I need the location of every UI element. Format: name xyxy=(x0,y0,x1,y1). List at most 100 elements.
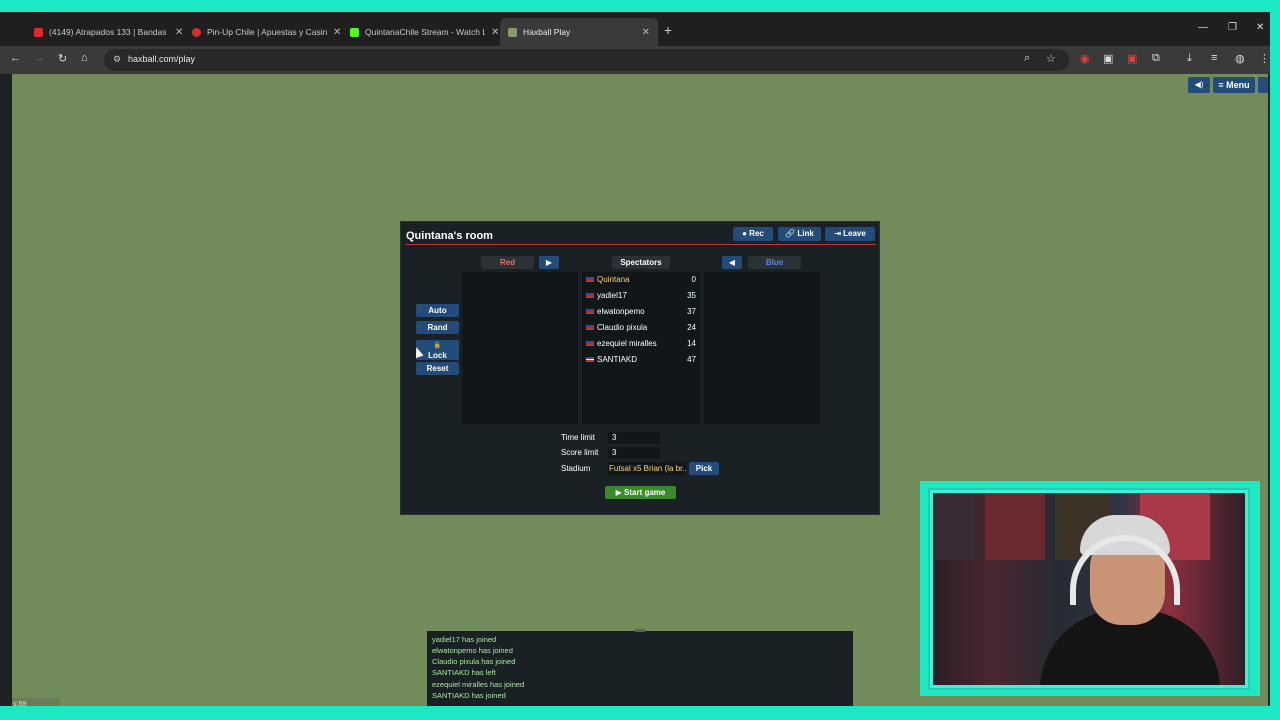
player-name: ezequiel miralles xyxy=(597,339,657,348)
kick-icon xyxy=(350,27,359,37)
stream-frame: (4149) Atrapados 133 | Bandas ✕ Pin-Up C… xyxy=(0,0,1280,720)
player-points: 37 xyxy=(687,307,696,316)
player-name: yadiel17 xyxy=(597,291,627,300)
new-tab-icon[interactable]: + xyxy=(664,22,672,38)
player-points: 14 xyxy=(687,339,696,348)
speaker-icon[interactable]: ◀) xyxy=(1188,77,1210,93)
extension-icon[interactable]: ▣ xyxy=(1103,52,1113,65)
back-icon[interactable]: ← xyxy=(10,52,21,64)
download-icon[interactable]: ⤓ xyxy=(1187,52,1192,65)
tab-title: QuintanaChile Stream - Watch L xyxy=(365,27,485,37)
time-limit-label: Time limit xyxy=(561,433,595,442)
red-team-list[interactable] xyxy=(462,272,578,424)
tab-youtube[interactable]: (4149) Atrapados 133 | Bandas ✕ xyxy=(26,18,191,46)
chat-message: ezequiel miralles has joined xyxy=(432,680,525,689)
blue-team-label[interactable]: Blue xyxy=(748,256,801,269)
close-icon[interactable]: ✕ xyxy=(175,27,183,38)
zoom-icon[interactable]: ⌕ xyxy=(1024,52,1030,65)
tab-kick[interactable]: QuintanaChile Stream - Watch L ✕ xyxy=(342,18,507,46)
extension-icon[interactable]: ▣ xyxy=(1127,52,1137,65)
close-window-icon[interactable]: ✕ xyxy=(1256,22,1264,33)
player-name: elwatonpemo xyxy=(597,307,645,316)
player-points: 47 xyxy=(687,355,696,364)
maximize-icon[interactable]: ❐ xyxy=(1228,22,1237,33)
score-limit-label: Score limit xyxy=(561,448,599,457)
red-team-label[interactable]: Red xyxy=(481,256,534,269)
lock-button[interactable]: 🔓 Lock xyxy=(416,340,459,360)
reset-button[interactable]: Reset xyxy=(416,362,459,375)
chat-input[interactable] xyxy=(431,705,847,706)
close-icon[interactable]: ✕ xyxy=(333,27,341,38)
flag-icon xyxy=(586,325,594,331)
pick-stadium-button[interactable]: Pick xyxy=(689,462,719,475)
chat-box: yadiel17 has joined elwatonpemo has join… xyxy=(427,629,853,706)
extensions-puzzle-icon[interactable]: ⧉ xyxy=(1152,52,1160,65)
close-icon[interactable]: ✕ xyxy=(491,27,499,38)
flag-icon xyxy=(586,277,594,283)
address-bar[interactable]: ⚙ haxball.com/play xyxy=(104,49,1069,71)
list-item[interactable]: Claudio pixula 24 xyxy=(586,321,698,335)
title-divider xyxy=(406,244,876,245)
haxball-icon xyxy=(508,27,517,37)
webcam-border xyxy=(930,490,1248,688)
chat-message: Claudio pixula has joined xyxy=(432,657,516,666)
chat-message: elwatonpemo has joined xyxy=(432,646,513,655)
list-item[interactable]: yadiel17 35 xyxy=(586,289,698,303)
forward-icon[interactable]: → xyxy=(34,52,45,64)
chat-message: SANTIAKD has joined xyxy=(432,691,506,700)
profile-avatar-icon[interactable]: ◍ xyxy=(1235,52,1245,65)
link-button[interactable]: 🔗 Link xyxy=(778,227,821,241)
auto-button[interactable]: Auto xyxy=(416,304,459,317)
time-limit-input[interactable]: 3 xyxy=(608,432,660,444)
fps-counter: s:59 xyxy=(12,698,60,706)
tab-title: Haxball Play xyxy=(523,27,571,37)
room-title: Quintana's room xyxy=(406,230,493,242)
list-item[interactable]: ezequiel miralles 14 xyxy=(586,337,698,351)
chat-resize-handle[interactable] xyxy=(635,629,645,632)
stadium-label: Stadium xyxy=(561,464,591,473)
tab-haxball[interactable]: Haxball Play ✕ xyxy=(500,18,658,46)
unlock-icon: 🔓 xyxy=(433,343,442,349)
move-to-red-arrow-icon[interactable]: ▶ xyxy=(539,256,559,269)
flag-icon xyxy=(586,309,594,315)
menu-button[interactable]: ≡ Menu xyxy=(1213,77,1255,93)
tab-title: (4149) Atrapados 133 | Bandas xyxy=(49,27,167,37)
list-item[interactable]: Quintana 0 xyxy=(586,273,698,287)
flag-icon xyxy=(586,293,594,299)
home-icon[interactable]: ⌂ xyxy=(81,52,88,64)
more-icon[interactable]: ⋮ xyxy=(1259,52,1270,65)
menu-extra-button[interactable] xyxy=(1258,77,1268,93)
player-points: 24 xyxy=(687,323,696,332)
player-name: Claudio pixula xyxy=(597,323,648,332)
chat-message: SANTIAKD has left xyxy=(432,668,496,677)
site-info-icon[interactable]: ⚙ xyxy=(113,54,121,65)
flag-icon xyxy=(586,341,594,347)
list-item[interactable]: elwatonpemo 37 xyxy=(586,305,698,319)
start-game-button[interactable]: ▶ Start game xyxy=(605,486,676,499)
reload-icon[interactable]: ↻ xyxy=(58,52,67,65)
minimize-icon[interactable]: — xyxy=(1198,22,1208,33)
stadium-value: Futsal x5 Brian (la br... xyxy=(608,462,686,475)
toolbar: ← → ↻ ⌂ ⚙ haxball.com/play ⌕ ☆ ◉ ▣ ▣ ⧉ ⤓… xyxy=(0,46,1270,74)
rec-button[interactable]: ● Rec xyxy=(733,227,773,241)
tab-pinup[interactable]: Pin-Up Chile | Apuestas y Casin ✕ xyxy=(184,18,349,46)
media-icon[interactable]: ≡ xyxy=(1211,52,1217,64)
spectators-list[interactable]: Quintana 0 yadiel17 35 elwatonpemo 37 Claud… xyxy=(582,272,700,424)
extension-icon[interactable]: ◉ xyxy=(1080,52,1090,65)
player-points: 35 xyxy=(687,291,696,300)
close-icon[interactable]: ✕ xyxy=(642,27,650,38)
list-item[interactable]: SANTIAKD 47 xyxy=(586,353,698,367)
webcam-image xyxy=(928,488,1250,690)
move-to-blue-arrow-icon[interactable]: ◀ xyxy=(722,256,742,269)
blue-team-list[interactable] xyxy=(704,272,820,424)
spectators-label[interactable]: Spectators xyxy=(612,256,670,269)
player-points: 0 xyxy=(691,275,696,284)
tab-title: Pin-Up Chile | Apuestas y Casin xyxy=(207,27,327,37)
player-name: SANTIAKD xyxy=(597,355,638,364)
score-limit-input[interactable]: 3 xyxy=(608,447,660,459)
flag-icon xyxy=(586,357,594,363)
rand-button[interactable]: Rand xyxy=(416,321,459,334)
room-dialog: Quintana's room ● Rec 🔗 Link ⇥ Leave Red… xyxy=(400,221,880,515)
leave-button[interactable]: ⇥ Leave xyxy=(825,227,875,241)
bookmark-star-icon[interactable]: ☆ xyxy=(1046,52,1056,65)
